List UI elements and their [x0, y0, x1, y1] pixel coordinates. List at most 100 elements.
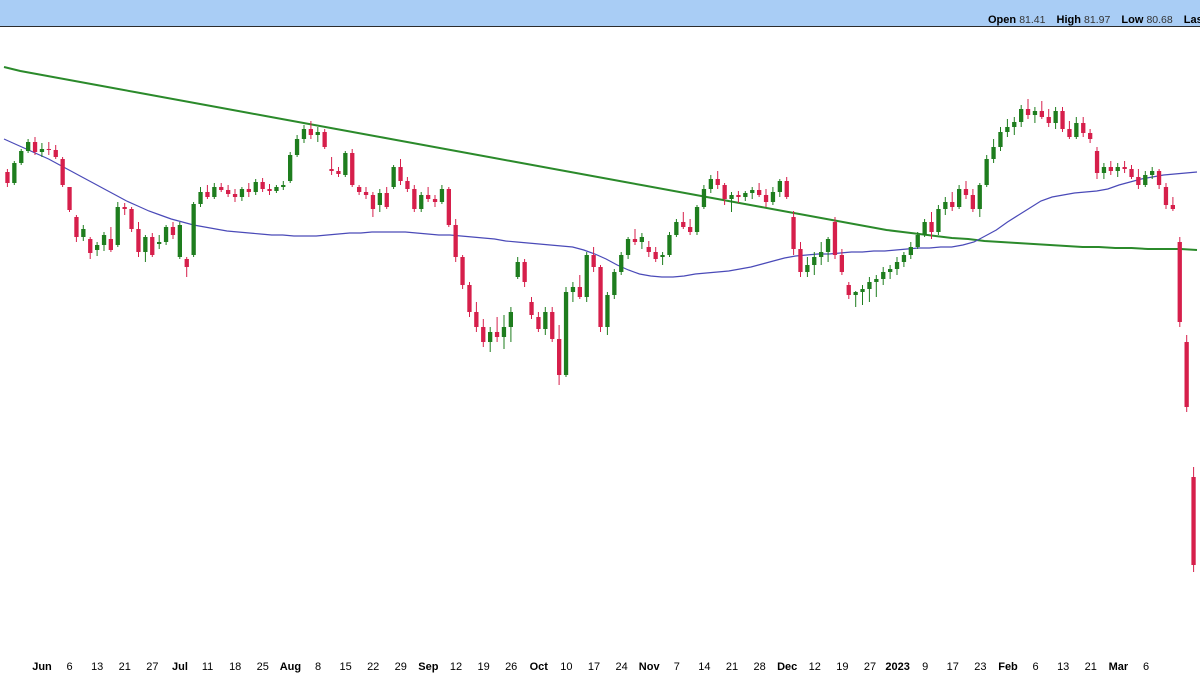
candle — [1039, 101, 1044, 119]
x-tick-label: 19 — [836, 661, 848, 673]
candle-body-down — [736, 195, 741, 197]
x-tick-label: 25 — [257, 661, 269, 673]
candle-body-down — [74, 217, 79, 237]
candle-body-down — [653, 252, 658, 259]
candle-body-down — [219, 187, 224, 190]
candle-body-down — [1039, 111, 1044, 117]
candle-body-down — [136, 229, 141, 252]
candle-body-down — [529, 302, 534, 315]
candle-body-up — [343, 153, 348, 175]
candle — [281, 181, 286, 190]
x-tick-label: Jul — [172, 661, 188, 673]
candle — [1156, 169, 1162, 189]
candle — [384, 187, 389, 209]
candle — [1005, 119, 1010, 137]
candle — [191, 202, 196, 257]
candle — [736, 191, 741, 203]
candle-body-up — [157, 242, 162, 244]
candle-body-down — [646, 247, 651, 252]
x-tick-label: 24 — [615, 661, 627, 673]
candle-body-down — [950, 202, 955, 207]
candle-body-up — [674, 222, 679, 235]
candle — [694, 205, 700, 235]
candle-body-down — [108, 239, 113, 250]
candle-body-up — [805, 265, 810, 272]
candle — [108, 227, 113, 252]
candle — [819, 242, 824, 265]
candle — [922, 219, 927, 237]
candle-body-up — [625, 239, 631, 255]
candle — [860, 285, 865, 305]
candle — [239, 187, 245, 201]
open-label: Open — [988, 14, 1017, 26]
candle — [639, 233, 644, 249]
candle — [894, 257, 900, 275]
candle-body-down — [1122, 167, 1127, 169]
candle-body-down — [481, 327, 486, 342]
candle-body-down — [557, 339, 562, 375]
x-tick-label: 29 — [395, 661, 407, 673]
candle-body-up — [501, 327, 507, 337]
candle — [522, 259, 527, 287]
x-tick-label: 10 — [560, 661, 572, 673]
candle-body-down — [1170, 205, 1175, 209]
candle — [184, 257, 189, 277]
candle — [991, 139, 996, 163]
candle-body-down — [1191, 477, 1196, 565]
candle-body-up — [274, 187, 279, 191]
candle — [605, 292, 610, 335]
candle-body-up — [281, 185, 286, 187]
candle — [391, 165, 396, 189]
candle-body-down — [522, 262, 527, 282]
candle — [453, 219, 458, 262]
candle-body-down — [405, 181, 410, 189]
candle — [398, 159, 403, 185]
low-label: Low — [1121, 14, 1144, 26]
candle — [950, 192, 955, 211]
candle-body-up — [819, 252, 824, 257]
candle — [1053, 107, 1058, 129]
candle — [122, 203, 127, 215]
candle — [584, 252, 589, 302]
candle — [19, 149, 24, 165]
x-tick-label: 13 — [1057, 661, 1069, 673]
candle — [660, 252, 665, 265]
candle-body-up — [750, 190, 755, 193]
candle-body-down — [1108, 167, 1113, 171]
candle-body-down — [757, 190, 762, 195]
candle-body-down — [846, 285, 851, 295]
candle-body-up — [12, 163, 17, 183]
candle — [53, 145, 58, 159]
candle — [750, 187, 755, 199]
candle — [88, 237, 93, 259]
candle — [336, 167, 341, 177]
candle — [881, 267, 886, 285]
candle-body-up — [143, 237, 148, 252]
candle-body-down — [350, 153, 355, 185]
candle-body-down — [184, 259, 189, 267]
candle-body-down — [122, 207, 127, 209]
candle-body-down — [1081, 123, 1086, 133]
candle-body-up — [777, 181, 782, 192]
candle-body-down — [398, 167, 403, 181]
candle-body-down — [446, 189, 451, 225]
price-chart[interactable]: Jun 6 13 21 27 Jul 11 18 25 Aug 8 15 22 29 Sep 12 19 26 Oc… — [0, 27, 1200, 675]
candle-body-down — [798, 249, 803, 272]
x-tick-label: 22 — [367, 661, 379, 673]
candle — [115, 202, 120, 247]
candle-body-down — [784, 181, 789, 197]
candle — [888, 265, 893, 279]
candle-body-down — [60, 159, 65, 185]
candle-body-up — [943, 202, 948, 209]
candle — [598, 265, 603, 332]
candle — [867, 277, 872, 302]
moving-average-short — [3, 138, 1198, 278]
open-value: 81.41 — [1019, 14, 1046, 26]
candle-body-up — [667, 235, 672, 255]
x-tick-label: 26 — [505, 661, 517, 673]
candle-body-down — [963, 189, 969, 195]
candle — [1143, 171, 1148, 187]
candle — [791, 211, 796, 255]
candle-body-down — [474, 312, 479, 327]
candle — [557, 325, 562, 385]
